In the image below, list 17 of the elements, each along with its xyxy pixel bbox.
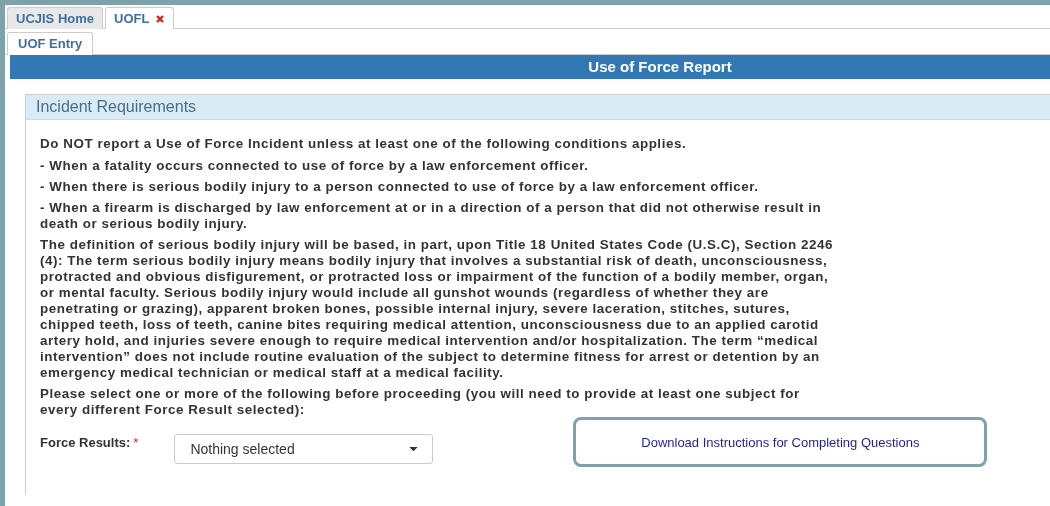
paragraph: Please select one or more of the following before proceeding (you will need to provide at least one subject for every different Force Result selected): xyxy=(40,386,801,418)
paragraph: - When a firearm is discharged by law enforcement at or in a direction of a person that did not otherwise result in death or serious bodily injury. xyxy=(40,200,823,232)
required-mark: * xyxy=(133,434,139,450)
paragraph: The definition of serious bodily injury will be based, in part, upon Title 18 United States Code (U.S.C), Section 2246 (4): The term serious bodily injury means bodily injury that involves a substantial risk of death, unconsciousness, protracted and obvious disfigurement, or protracted loss or impairment of the function of a bodily member, organ, or mental faculty. Serious bodily injury would include all gunshot wounds (regardless of whether they are penetrating or grazing), apparent broken bones, possible internal injury, severe laceration, stitches, sutures, chipped teeth, loss of teeth, canine bites requiring medical attention, unconsciousness due to an applied carotid artery hold, and injuries severe enough to require medical intervention and/or hospitalization. The term “medical intervention” does not include routine evaluation of the subject to determine fitness for arrest or detention by an emergency medical technician or medical staff at a medical facility. xyxy=(40,237,835,381)
tab[interactable]: UOF Entry xyxy=(7,32,94,55)
download-link[interactable]: Download Instructions for Completing Questions xyxy=(641,434,920,450)
force-results-dropdown[interactable]: Nothing selected xyxy=(174,434,434,464)
close-icon[interactable] xyxy=(155,13,166,24)
tab[interactable]: UCJIS Home xyxy=(7,7,104,29)
panel-heading: Incident Requirements xyxy=(26,95,1050,120)
field-label: Force Results: xyxy=(40,434,131,450)
paragraph: - When there is serious bodily injury to a person connected to use of force by a law enforcement officer. xyxy=(40,179,760,195)
paragraph: Do NOT report a Use of Force Incident unless at least one of the following conditions applies. xyxy=(40,136,688,152)
caret-icon xyxy=(409,446,419,452)
report-title: Use of Force Report xyxy=(588,58,732,75)
paragraph: - When a fatality occurs connected to use of force by a law enforcement officer. xyxy=(40,158,590,174)
tab[interactable]: UOFL xyxy=(105,7,175,29)
